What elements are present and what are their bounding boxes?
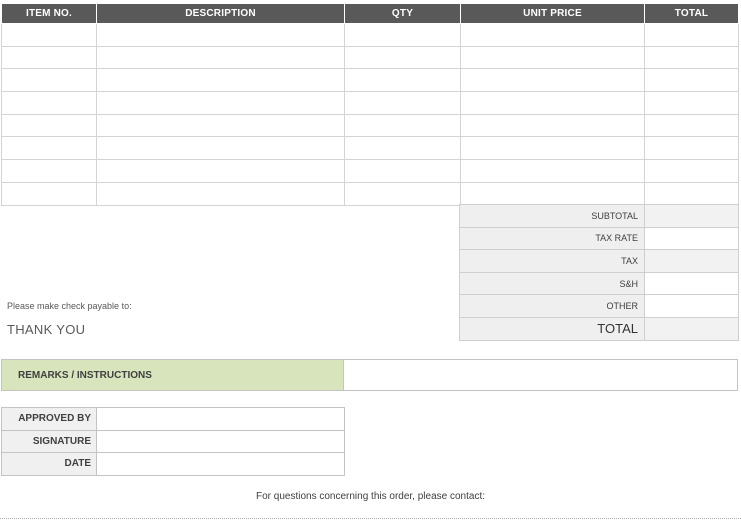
total-cell[interactable] bbox=[644, 136, 739, 161]
totals-table: SUBTOTAL TAX RATE TAX S&H OTHER TOTAL bbox=[459, 204, 739, 341]
unit-price-cell[interactable] bbox=[460, 91, 645, 115]
description-cell[interactable] bbox=[96, 23, 345, 47]
sh-value[interactable] bbox=[644, 271, 739, 296]
unit-price-cell[interactable] bbox=[460, 68, 645, 93]
date-label: DATE bbox=[1, 452, 97, 476]
date-field[interactable] bbox=[96, 452, 345, 476]
table-row bbox=[1, 113, 739, 138]
table-row bbox=[1, 68, 739, 93]
tax-row: TAX bbox=[459, 249, 739, 273]
item-no-cell[interactable] bbox=[1, 91, 97, 115]
unit-price-cell[interactable] bbox=[460, 113, 645, 138]
item-no-cell[interactable] bbox=[1, 136, 97, 161]
total-cell[interactable] bbox=[644, 181, 739, 206]
description-cell[interactable] bbox=[96, 159, 345, 183]
items-table: ITEM NO. DESCRIPTION QTY UNIT PRICE TOTA… bbox=[1, 3, 739, 206]
approval-table: APPROVED BY SIGNATURE DATE bbox=[1, 407, 345, 476]
description-cell[interactable] bbox=[96, 91, 345, 115]
qty-cell[interactable] bbox=[344, 159, 461, 183]
contact-text: For questions concerning this order, ple… bbox=[255, 491, 486, 502]
total-cell[interactable] bbox=[644, 91, 739, 115]
header-qty: QTY bbox=[344, 3, 461, 24]
tax-rate-label: TAX RATE bbox=[459, 226, 645, 251]
description-cell[interactable] bbox=[96, 113, 345, 138]
qty-cell[interactable] bbox=[344, 181, 461, 206]
description-cell[interactable] bbox=[96, 68, 345, 93]
qty-cell[interactable] bbox=[344, 45, 461, 70]
payable-text: Please make check payable to: bbox=[7, 301, 132, 311]
tax-rate-value[interactable] bbox=[644, 226, 739, 251]
items-header-row: ITEM NO. DESCRIPTION QTY UNIT PRICE TOTA… bbox=[1, 3, 739, 24]
remarks-label: REMARKS / INSTRUCTIONS bbox=[1, 359, 344, 391]
thank-you-text: THANK YOU bbox=[7, 322, 86, 337]
approved-by-field[interactable] bbox=[96, 407, 345, 431]
qty-cell[interactable] bbox=[344, 113, 461, 138]
table-row bbox=[1, 91, 739, 115]
unit-price-cell[interactable] bbox=[460, 181, 645, 206]
description-cell[interactable] bbox=[96, 136, 345, 161]
tax-value[interactable] bbox=[644, 249, 739, 273]
header-item-no: ITEM NO. bbox=[1, 3, 97, 24]
signature-field[interactable] bbox=[96, 429, 345, 454]
item-no-cell[interactable] bbox=[1, 23, 97, 47]
items-body bbox=[1, 23, 739, 206]
qty-cell[interactable] bbox=[344, 23, 461, 47]
header-total: TOTAL bbox=[644, 3, 739, 24]
header-unit-price: UNIT PRICE bbox=[460, 3, 645, 24]
approved-by-label: APPROVED BY bbox=[1, 407, 97, 431]
table-row bbox=[1, 136, 739, 161]
date-row: DATE bbox=[1, 452, 345, 476]
tax-rate-row: TAX RATE bbox=[459, 226, 739, 251]
total-row: TOTAL bbox=[459, 316, 739, 341]
description-cell[interactable] bbox=[96, 45, 345, 70]
qty-cell[interactable] bbox=[344, 136, 461, 161]
other-row: OTHER bbox=[459, 294, 739, 318]
remarks-field[interactable] bbox=[344, 359, 738, 391]
table-row bbox=[1, 181, 739, 206]
unit-price-cell[interactable] bbox=[460, 23, 645, 47]
total-cell[interactable] bbox=[644, 68, 739, 93]
subtotal-value[interactable] bbox=[644, 204, 739, 228]
item-no-cell[interactable] bbox=[1, 159, 97, 183]
other-value[interactable] bbox=[644, 294, 739, 318]
tax-label: TAX bbox=[459, 249, 645, 273]
unit-price-cell[interactable] bbox=[460, 159, 645, 183]
total-label: TOTAL bbox=[459, 316, 645, 341]
approved-by-row: APPROVED BY bbox=[1, 407, 345, 431]
item-no-cell[interactable] bbox=[1, 68, 97, 93]
subtotal-row: SUBTOTAL bbox=[459, 204, 739, 228]
total-cell[interactable] bbox=[644, 113, 739, 138]
sh-row: S&H bbox=[459, 271, 739, 296]
subtotal-label: SUBTOTAL bbox=[459, 204, 645, 228]
signature-row: SIGNATURE bbox=[1, 429, 345, 454]
footer-divider bbox=[0, 518, 741, 519]
total-value[interactable] bbox=[644, 316, 739, 341]
header-description: DESCRIPTION bbox=[96, 3, 345, 24]
total-cell[interactable] bbox=[644, 23, 739, 47]
sh-label: S&H bbox=[459, 271, 645, 296]
item-no-cell[interactable] bbox=[1, 181, 97, 206]
qty-cell[interactable] bbox=[344, 68, 461, 93]
total-cell[interactable] bbox=[644, 45, 739, 70]
unit-price-cell[interactable] bbox=[460, 136, 645, 161]
table-row bbox=[1, 159, 739, 183]
qty-cell[interactable] bbox=[344, 91, 461, 115]
unit-price-cell[interactable] bbox=[460, 45, 645, 70]
total-cell[interactable] bbox=[644, 159, 739, 183]
item-no-cell[interactable] bbox=[1, 113, 97, 138]
signature-label: SIGNATURE bbox=[1, 429, 97, 454]
table-row bbox=[1, 23, 739, 47]
other-label: OTHER bbox=[459, 294, 645, 318]
description-cell[interactable] bbox=[96, 181, 345, 206]
item-no-cell[interactable] bbox=[1, 45, 97, 70]
table-row bbox=[1, 45, 739, 70]
